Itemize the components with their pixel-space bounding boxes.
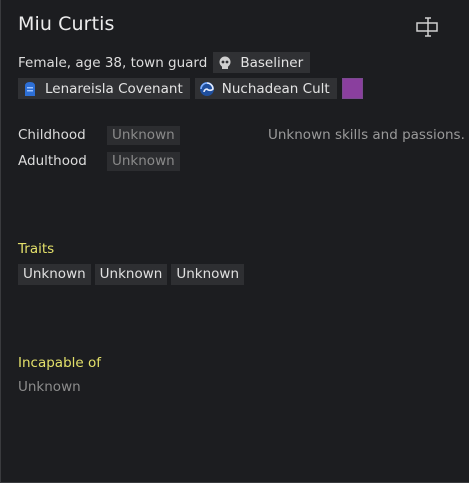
rename-icon[interactable]	[415, 16, 441, 38]
skills-summary: Unknown skills and passions.	[268, 127, 465, 143]
traits-list: Unknown Unknown Unknown	[18, 263, 248, 285]
adulthood-label: Adulthood	[18, 153, 87, 169]
faction-label-lenareisla: Lenareisla Covenant	[45, 80, 183, 97]
faction-row: Lenareisla Covenant Nuchadean Cult	[18, 78, 363, 99]
character-info-panel: Miu Curtis Female, age 38, town guard Ba…	[0, 0, 469, 483]
character-name: Miu Curtis	[18, 13, 115, 35]
incapable-heading: Incapable of	[18, 355, 102, 371]
summary-row: Female, age 38, town guard Baseliner	[18, 52, 315, 73]
faction-chip-nuchadean[interactable]: Nuchadean Cult	[194, 78, 337, 99]
faction-label-nuchadean: Nuchadean Cult	[221, 80, 330, 97]
favorite-color-swatch[interactable]	[341, 78, 363, 99]
trait-item[interactable]: Unknown	[18, 264, 91, 285]
xenotype-chip[interactable]: Baseliner	[213, 52, 311, 73]
xenotype-label: Baseliner	[240, 54, 304, 71]
childhood-label: Childhood	[18, 127, 86, 143]
skull-icon	[217, 55, 233, 71]
incapable-value: Unknown	[18, 379, 81, 395]
trait-item[interactable]: Unknown	[94, 264, 168, 285]
swirl-icon	[199, 81, 215, 97]
childhood-value[interactable]: Unknown	[107, 126, 180, 145]
character-summary: Female, age 38, town guard	[18, 54, 208, 71]
adulthood-value[interactable]: Unknown	[107, 152, 180, 171]
faction-chip-lenareisla[interactable]: Lenareisla Covenant	[18, 78, 190, 99]
trait-item[interactable]: Unknown	[171, 264, 245, 285]
blue-banner-icon	[22, 81, 38, 97]
traits-heading: Traits	[18, 241, 55, 257]
